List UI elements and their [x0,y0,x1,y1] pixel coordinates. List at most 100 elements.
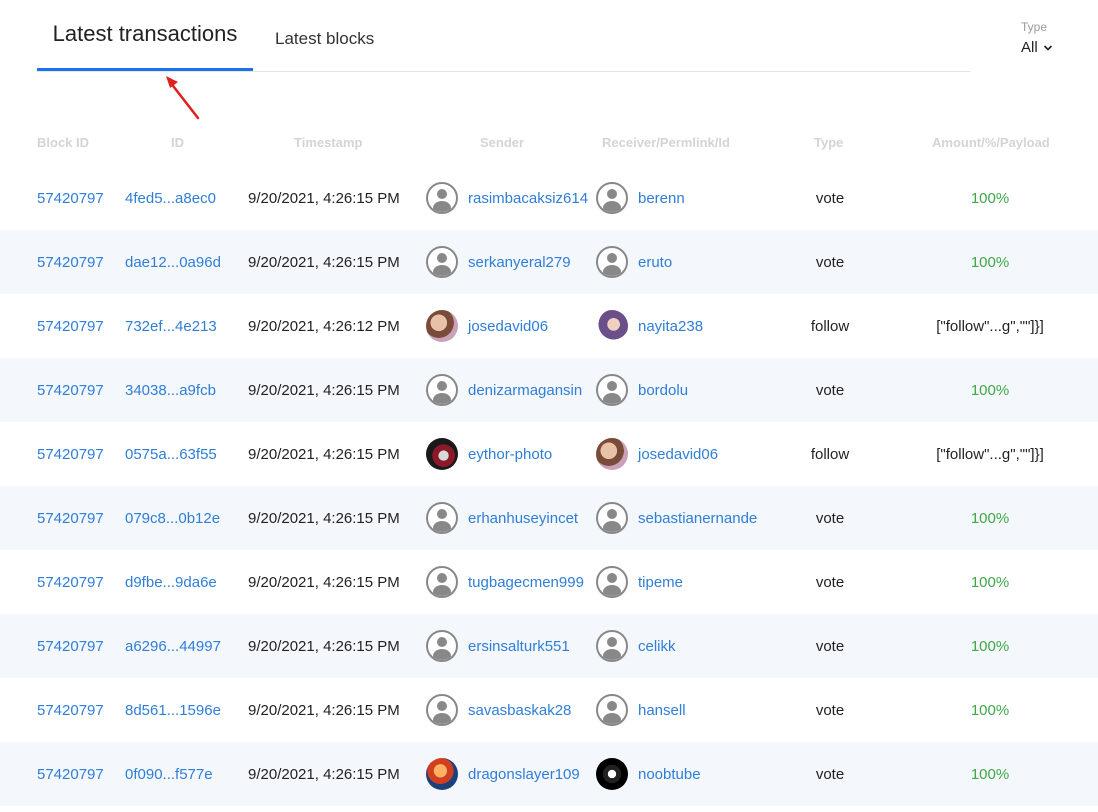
amount-value: ["follow"...g",""]}] [936,445,1044,463]
sender-link[interactable]: serkanyeral279 [468,254,571,271]
default-avatar-icon[interactable] [426,182,458,214]
receiver-link[interactable]: tipeme [638,574,683,591]
amount-value: 100% [970,765,1010,783]
receiver-cell: bordolu [596,358,688,422]
transaction-id-link[interactable]: 0575a...63f55 [125,422,217,486]
sender-link[interactable]: erhanhuseyincet [468,510,578,527]
sender-link[interactable]: eythor-photo [468,446,552,463]
sender-cell: savasbaskak28 [426,678,571,742]
default-avatar-icon[interactable] [426,694,458,726]
sender-link[interactable]: tugbagecmen999 [468,574,584,591]
column-header-receiver: Receiver/Permlink/Id [602,135,730,150]
transaction-type: vote [815,509,845,527]
tab-latest-transactions[interactable]: Latest transactions [37,0,253,71]
default-avatar-icon[interactable] [596,694,628,726]
sender-cell: erhanhuseyincet [426,486,578,550]
block-id-link[interactable]: 57420797 [37,422,104,486]
transaction-type: vote [815,701,845,719]
column-header-sender: Sender [480,135,525,150]
avatar[interactable] [596,310,628,342]
block-id-link[interactable]: 57420797 [37,614,104,678]
receiver-link[interactable]: josedavid06 [638,446,718,463]
transaction-type: vote [815,637,845,655]
block-id-link[interactable]: 57420797 [37,294,104,358]
sender-link[interactable]: denizarmagansin [468,382,582,399]
receiver-link[interactable]: hansell [638,702,686,719]
default-avatar-icon[interactable] [596,566,628,598]
avatar[interactable] [596,438,628,470]
receiver-link[interactable]: berenn [638,190,685,207]
receiver-link[interactable]: nayita238 [638,318,703,335]
amount-value: 100% [970,573,1010,591]
type-filter-label: Type [1021,20,1048,34]
transaction-type: follow [810,445,850,463]
sender-cell: serkanyeral279 [426,230,571,294]
timestamp: 9/20/2021, 4:26:15 PM [248,189,400,207]
transaction-id-link[interactable]: 079c8...0b12e [125,486,220,550]
transaction-id-link[interactable]: 8d561...1596e [125,678,221,742]
default-avatar-icon[interactable] [596,182,628,214]
receiver-cell: celikk [596,614,676,678]
default-avatar-icon[interactable] [426,374,458,406]
table-row: 57420797 4fed5...a8ec0 9/20/2021, 4:26:15 … [0,166,1098,230]
transactions-table: 57420797 4fed5...a8ec0 9/20/2021, 4:26:15 … [0,166,1098,806]
sender-link[interactable]: dragonslayer109 [468,766,580,783]
receiver-cell: nayita238 [596,294,703,358]
default-avatar-icon[interactable] [596,246,628,278]
block-id-link[interactable]: 57420797 [37,166,104,230]
amount-value: 100% [970,381,1010,399]
receiver-link[interactable]: eruto [638,254,672,271]
table-row: 57420797 d9fbe...9da6e 9/20/2021, 4:26:15 … [0,550,1098,614]
column-header-type: Type [814,135,844,150]
sender-link[interactable]: josedavid06 [468,318,548,335]
avatar[interactable] [596,758,628,790]
transaction-id-link[interactable]: dae12...0a96d [125,230,221,294]
timestamp: 9/20/2021, 4:26:15 PM [248,445,400,463]
table-row: 57420797 0575a...63f55 9/20/2021, 4:26:15 … [0,422,1098,486]
tab-latest-blocks[interactable]: Latest blocks [275,0,374,74]
amount-value: 100% [970,189,1010,207]
transaction-id-link[interactable]: 732ef...4e213 [125,294,217,358]
transaction-type: vote [815,253,845,271]
default-avatar-icon[interactable] [596,374,628,406]
block-id-link[interactable]: 57420797 [37,230,104,294]
default-avatar-icon[interactable] [426,246,458,278]
block-id-link[interactable]: 57420797 [37,678,104,742]
default-avatar-icon[interactable] [596,630,628,662]
receiver-link[interactable]: noobtube [638,766,701,783]
sender-cell: ersinsalturk551 [426,614,570,678]
default-avatar-icon[interactable] [596,502,628,534]
avatar[interactable] [426,438,458,470]
avatar[interactable] [426,310,458,342]
table-row: 57420797 732ef...4e213 9/20/2021, 4:26:12 … [0,294,1098,358]
sender-link[interactable]: savasbaskak28 [468,702,571,719]
transaction-id-link[interactable]: a6296...44997 [125,614,221,678]
receiver-link[interactable]: celikk [638,638,676,655]
receiver-cell: hansell [596,678,686,742]
receiver-cell: tipeme [596,550,683,614]
receiver-link[interactable]: bordolu [638,382,688,399]
block-id-link[interactable]: 57420797 [37,742,104,806]
block-id-link[interactable]: 57420797 [37,358,104,422]
default-avatar-icon[interactable] [426,566,458,598]
default-avatar-icon[interactable] [426,630,458,662]
transaction-id-link[interactable]: 0f090...f577e [125,742,213,806]
sender-link[interactable]: ersinsalturk551 [468,638,570,655]
receiver-cell: noobtube [596,742,701,806]
avatar[interactable] [426,758,458,790]
annotation-arrow-icon [166,76,200,120]
sender-cell: josedavid06 [426,294,548,358]
block-id-link[interactable]: 57420797 [37,486,104,550]
transaction-id-link[interactable]: 34038...a9fcb [125,358,216,422]
amount-value: ["follow"...g",""]}] [936,317,1044,335]
receiver-link[interactable]: sebastianernande [638,510,757,527]
block-id-link[interactable]: 57420797 [37,550,104,614]
transaction-id-link[interactable]: d9fbe...9da6e [125,550,217,614]
transaction-id-link[interactable]: 4fed5...a8ec0 [125,166,216,230]
type-filter-select[interactable]: All [1021,39,1053,56]
sender-link[interactable]: rasimbacaksiz614 [468,190,588,207]
column-header-id: ID [171,135,184,150]
sender-cell: denizarmagansin [426,358,582,422]
timestamp: 9/20/2021, 4:26:15 PM [248,637,400,655]
default-avatar-icon[interactable] [426,502,458,534]
